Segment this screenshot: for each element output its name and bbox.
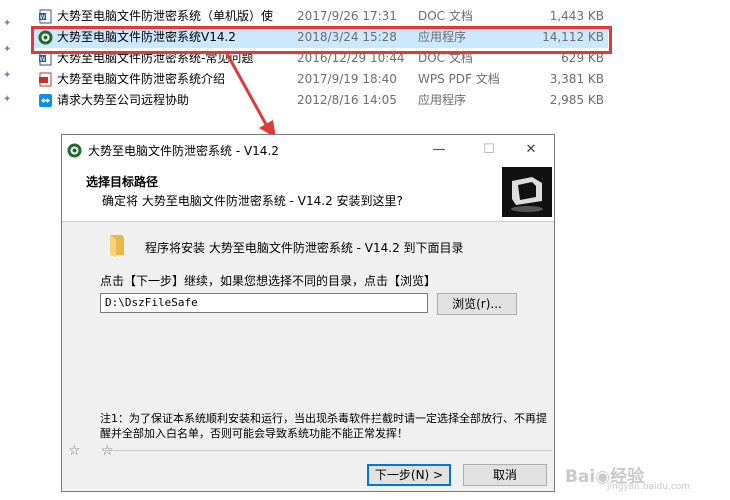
file-date: 2017/9/19 18:40 <box>297 72 397 86</box>
instruction-text: 点击【下一步】继续，如果您想选择不同的目录，点击【浏览】 <box>100 274 437 288</box>
highlight-box <box>31 26 612 54</box>
next-button[interactable]: 下一步(N) > <box>367 464 451 486</box>
maximize-button[interactable]: ☐ <box>466 135 512 165</box>
pdf-icon <box>39 72 52 87</box>
divider <box>102 450 552 451</box>
file-date: 2012/8/16 14:05 <box>297 93 397 107</box>
file-name: 大势至电脑文件防泄密系统（单机版）使 <box>57 9 274 23</box>
close-button[interactable]: ✕ <box>508 135 554 165</box>
browse-button[interactable]: 浏览(r)... <box>437 293 517 315</box>
cancel-button[interactable]: 取消 <box>463 464 547 486</box>
page-subtitle: 确定将 大势至电脑文件防泄密系统 - V14.2 安装到这里? <box>102 194 403 208</box>
svg-text:W: W <box>40 14 46 21</box>
dialog-titlebar[interactable]: 大势至电脑文件防泄密系统 - V14.2 — ☐ ✕ <box>62 135 554 165</box>
file-size: 3,381 KB <box>549 72 604 86</box>
file-type: WPS PDF 文档 <box>418 72 500 86</box>
file-row[interactable]: W 大势至电脑文件防泄密系统（单机版）使 2017/9/26 17:31 DOC… <box>33 6 608 27</box>
app-icon <box>67 143 82 158</box>
dialog-title: 大势至电脑文件防泄密系统 - V14.2 <box>88 144 279 158</box>
installer-dialog: 大势至电脑文件防泄密系统 - V14.2 — ☐ ✕ 选择目标路径 确定将 大势… <box>61 134 555 492</box>
minimize-button[interactable]: — <box>416 135 462 165</box>
file-row[interactable]: 大势至电脑文件防泄密系统介绍 2017/9/19 18:40 WPS PDF 文… <box>33 69 608 90</box>
star-decoration-icon: ☆ ☆ <box>68 443 122 459</box>
word-doc-icon: W <box>39 9 52 24</box>
file-size: 1,443 KB <box>549 9 604 23</box>
page-title: 选择目标路径 <box>86 175 159 189</box>
pin-icon[interactable]: ✦ <box>3 18 15 30</box>
folder-icon <box>110 235 124 257</box>
install-path-input[interactable]: D:\DszFileSafe <box>100 293 428 313</box>
file-type: DOC 文档 <box>418 9 473 23</box>
file-name: 请求大势至公司远程协助 <box>57 93 190 107</box>
dialog-header: 选择目标路径 确定将 大势至电脑文件防泄密系统 - V14.2 安装到这里? <box>62 165 554 222</box>
svg-text:W: W <box>40 56 46 63</box>
pin-icon[interactable]: ✦ <box>3 70 15 82</box>
warning-note: 注1：为了保证本系统顺利安装和运行，当出现杀毒软件拦截时请一定选择全部放行、不再… <box>100 412 547 440</box>
file-date: 2017/9/26 17:31 <box>297 9 397 23</box>
file-size: 2,985 KB <box>549 93 604 107</box>
install-target-text: 程序将安装 大势至电脑文件防泄密系统 - V14.2 到下面目录 <box>145 241 464 255</box>
file-name: 大势至电脑文件防泄密系统介绍 <box>57 72 226 86</box>
baidu-watermark-url: jingyan.baidu.com <box>607 482 691 492</box>
pin-icon[interactable]: ✦ <box>3 44 15 56</box>
installer-logo-icon <box>502 167 552 217</box>
teamviewer-icon <box>39 94 52 107</box>
file-type: 应用程序 <box>418 93 467 107</box>
quick-access-pins: ✦ ✦ ✦ ✦ <box>0 0 22 110</box>
file-row[interactable]: 请求大势至公司远程协助 2012/8/16 14:05 应用程序 2,985 K… <box>33 90 608 111</box>
pin-icon[interactable]: ✦ <box>3 94 15 106</box>
